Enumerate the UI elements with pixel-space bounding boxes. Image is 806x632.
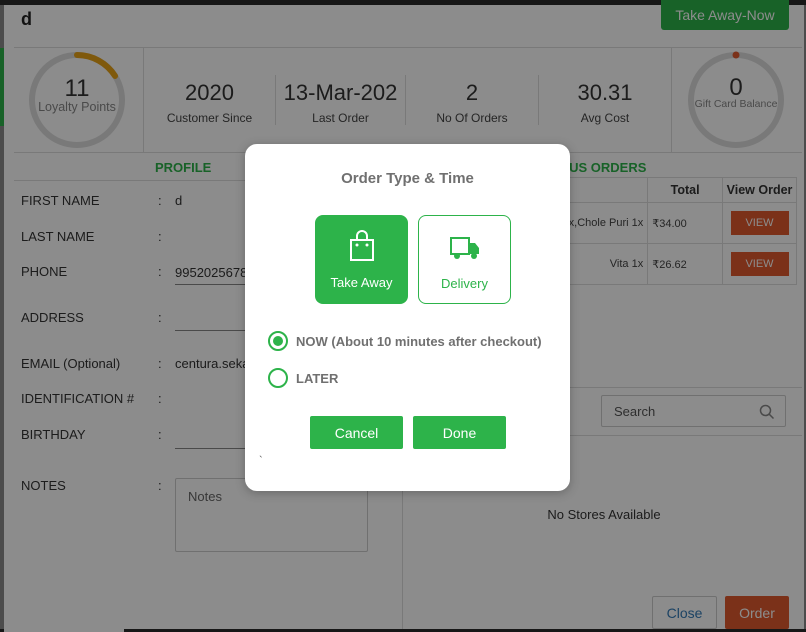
shopping-bag-icon [349, 230, 374, 261]
order-type-time-dialog: Order Type & Time Take Away Delivery NOW… [245, 144, 570, 491]
take-away-option[interactable]: Take Away [315, 215, 408, 304]
stray-mark: ` [259, 455, 263, 467]
radio-now[interactable] [268, 331, 288, 351]
delivery-truck-icon [449, 237, 479, 259]
delivery-option[interactable]: Delivery [418, 215, 511, 304]
time-option-now[interactable]: NOW (About 10 minutes after checkout) [268, 331, 542, 351]
cancel-button[interactable]: Cancel [310, 416, 403, 449]
time-option-now-label: NOW (About 10 minutes after checkout) [296, 333, 542, 349]
time-option-later-label: LATER [296, 370, 339, 386]
take-away-label: Take Away [330, 275, 393, 290]
time-option-later[interactable]: LATER [268, 368, 338, 388]
done-button[interactable]: Done [413, 416, 506, 449]
radio-later[interactable] [268, 368, 288, 388]
delivery-label: Delivery [441, 276, 488, 291]
dialog-title: Order Type & Time [341, 170, 474, 187]
